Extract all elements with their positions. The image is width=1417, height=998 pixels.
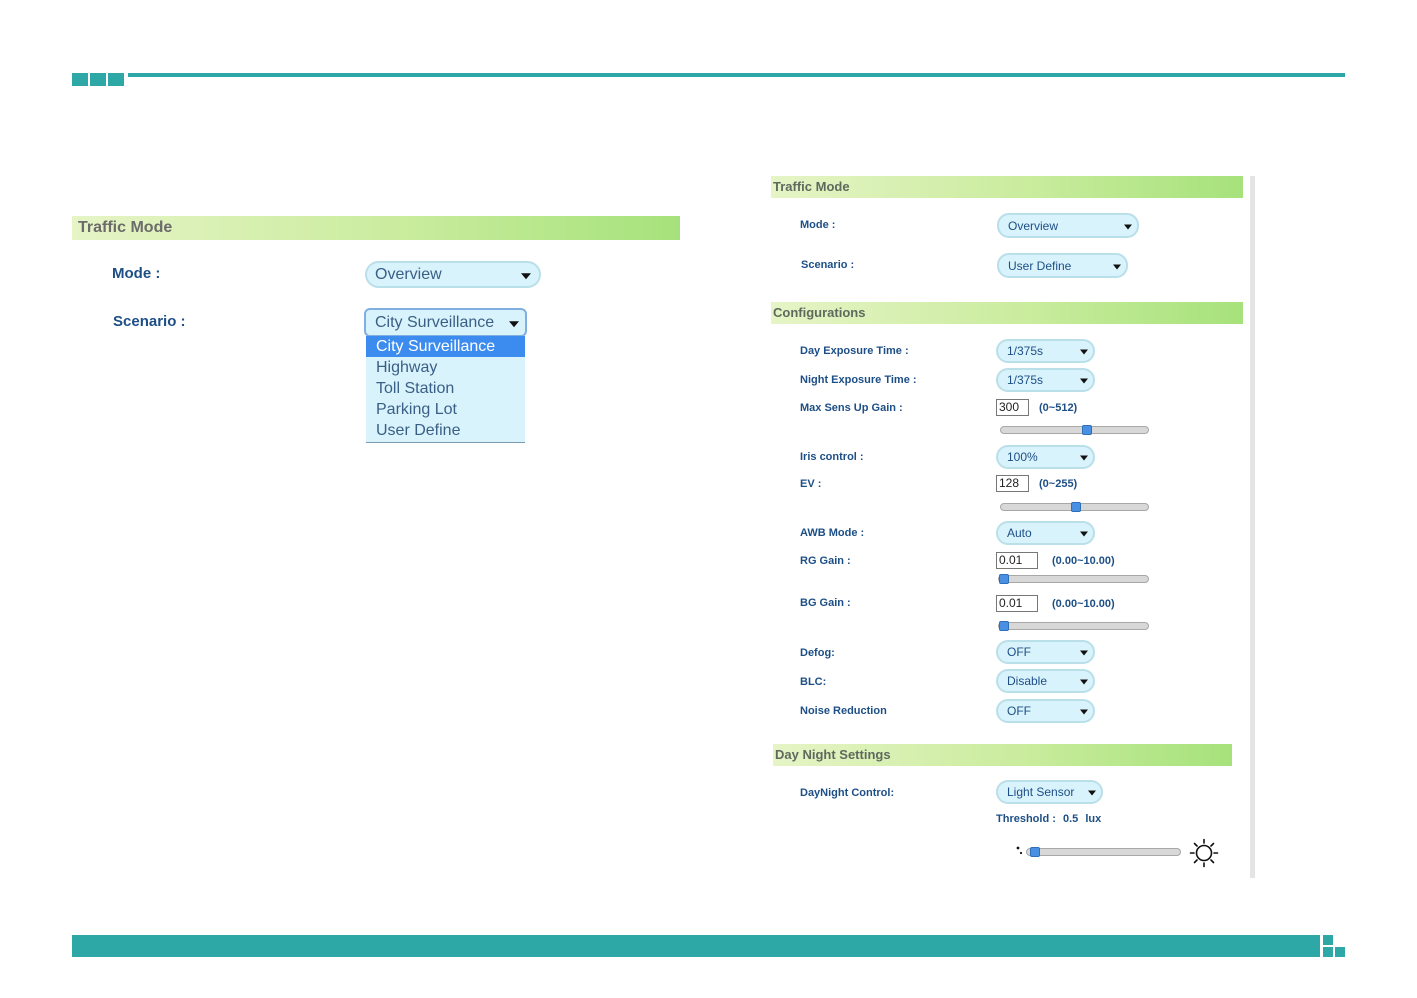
rg-gain-label: RG Gain :: [800, 555, 851, 567]
right-traffic-mode-title: Traffic Mode: [773, 179, 850, 194]
right-scenario-select[interactable]: User Define: [997, 253, 1128, 278]
chevron-down-icon: [1080, 349, 1088, 355]
ev-input[interactable]: 128: [996, 475, 1029, 492]
left-traffic-mode-header: Traffic Mode: [72, 216, 680, 240]
rg-gain-slider[interactable]: [998, 574, 1149, 584]
moon-icon: [998, 839, 1024, 867]
corner-square-5: [1323, 947, 1333, 957]
left-scenario-dropdown-list: City Surveillance Highway Toll Station P…: [366, 336, 525, 443]
threshold-slider-handle[interactable]: [1030, 847, 1040, 857]
scenario-option-city-surveillance[interactable]: City Surveillance: [366, 336, 525, 357]
max-gain-slider[interactable]: [1000, 425, 1149, 435]
left-scenario-label: Scenario :: [113, 313, 186, 330]
panel-scrollbar[interactable]: [1250, 176, 1255, 878]
awb-select[interactable]: Auto: [996, 521, 1095, 545]
chevron-down-icon: [1113, 264, 1121, 269]
night-exposure-value: 1/375s: [1007, 373, 1044, 387]
night-exposure-select[interactable]: 1/375s: [996, 368, 1095, 392]
ev-slider[interactable]: [1000, 502, 1149, 512]
blc-value: Disable: [1007, 674, 1048, 688]
day-exposure-select[interactable]: 1/375s: [996, 339, 1095, 363]
ev-range: (0~255): [1039, 478, 1078, 490]
configurations-title: Configurations: [773, 305, 866, 320]
corner-square-1: [72, 73, 88, 86]
defog-label: Defog:: [800, 647, 835, 659]
iris-label: Iris control :: [800, 451, 864, 463]
right-traffic-mode-header: Traffic Mode: [771, 176, 1243, 198]
max-gain-range: (0~512): [1039, 402, 1078, 414]
chevron-down-icon: [1080, 679, 1088, 685]
noise-reduction-value: OFF: [1007, 704, 1031, 718]
corner-square-4: [1323, 935, 1333, 945]
chevron-down-icon: [521, 272, 531, 279]
left-scenario-value: City Surveillance: [375, 313, 495, 331]
defog-select[interactable]: OFF: [996, 640, 1095, 664]
right-mode-label: Mode :: [800, 219, 836, 231]
chevron-down-icon: [1080, 455, 1088, 461]
top-rule: [128, 73, 1345, 77]
threshold-readout: Threshold : 0.5 lux: [996, 813, 1101, 825]
left-mode-select[interactable]: Overview: [365, 261, 541, 288]
chevron-down-icon: [509, 320, 519, 327]
night-exposure-label: Night Exposure Time :: [800, 374, 917, 386]
iris-select[interactable]: 100%: [996, 445, 1095, 469]
threshold-slider[interactable]: [1026, 847, 1181, 857]
scenario-option-toll-station[interactable]: Toll Station: [366, 378, 525, 399]
bg-gain-input[interactable]: 0.01: [996, 595, 1038, 612]
right-mode-value: Overview: [1008, 218, 1059, 233]
chevron-down-icon: [1080, 531, 1088, 537]
bg-gain-slider-handle[interactable]: [999, 621, 1009, 631]
daynight-control-label: DayNight Control:: [800, 787, 895, 799]
rg-gain-range: (0.00~10.00): [1052, 555, 1115, 567]
right-scenario-label: Scenario :: [801, 259, 855, 271]
threshold-value: 0.5: [1062, 813, 1079, 825]
chevron-down-icon: [1080, 709, 1088, 715]
bg-gain-label: BG Gain :: [800, 597, 851, 609]
iris-value: 100%: [1007, 450, 1038, 464]
chevron-down-icon: [1080, 650, 1088, 656]
chevron-down-icon: [1080, 378, 1088, 384]
corner-square-2: [90, 73, 106, 86]
corner-square-6: [1335, 947, 1345, 957]
day-exposure-label: Day Exposure Time :: [800, 345, 909, 357]
chevron-down-icon: [1124, 224, 1132, 229]
rg-gain-slider-handle[interactable]: [999, 574, 1009, 584]
noise-reduction-label: Noise Reduction: [800, 705, 887, 717]
right-mode-select[interactable]: Overview: [997, 213, 1139, 238]
left-traffic-mode-title: Traffic Mode: [78, 219, 173, 236]
chevron-down-icon: [1088, 790, 1096, 796]
defog-value: OFF: [1007, 645, 1031, 659]
blc-label: BLC:: [800, 676, 827, 688]
right-scenario-value: User Define: [1008, 258, 1072, 273]
threshold-label: Threshold :: [996, 813, 1056, 825]
awb-label: AWB Mode :: [800, 527, 865, 539]
day-night-header: Day Night Settings: [773, 744, 1232, 766]
bg-gain-slider[interactable]: [998, 621, 1149, 631]
threshold-unit: lux: [1085, 813, 1102, 825]
max-gain-input[interactable]: 300: [996, 399, 1029, 416]
awb-value: Auto: [1007, 526, 1032, 540]
scenario-option-highway[interactable]: Highway: [366, 357, 525, 378]
left-mode-label: Mode :: [112, 265, 161, 282]
corner-square-3: [108, 73, 124, 86]
scenario-option-parking-lot[interactable]: Parking Lot: [366, 399, 525, 420]
scenario-option-user-define[interactable]: User Define: [366, 420, 525, 441]
max-gain-slider-handle[interactable]: [1082, 425, 1092, 435]
daynight-control-value: Light Sensor: [1007, 785, 1075, 799]
day-exposure-value: 1/375s: [1007, 344, 1044, 358]
daynight-control-select[interactable]: Light Sensor: [996, 780, 1103, 804]
sun-icon: [1189, 838, 1219, 868]
ev-slider-handle[interactable]: [1071, 502, 1081, 512]
bg-gain-range: (0.00~10.00): [1052, 598, 1115, 610]
bottom-bar: [72, 935, 1320, 957]
rg-gain-input[interactable]: 0.01: [996, 552, 1038, 569]
noise-reduction-select[interactable]: OFF: [996, 699, 1095, 723]
day-night-title: Day Night Settings: [775, 747, 891, 762]
blc-select[interactable]: Disable: [996, 669, 1095, 693]
ev-label: EV :: [800, 478, 822, 490]
max-gain-label: Max Sens Up Gain :: [800, 402, 903, 414]
configurations-header: Configurations: [771, 302, 1243, 324]
left-scenario-select[interactable]: City Surveillance: [364, 308, 527, 337]
left-mode-value: Overview: [375, 265, 442, 283]
